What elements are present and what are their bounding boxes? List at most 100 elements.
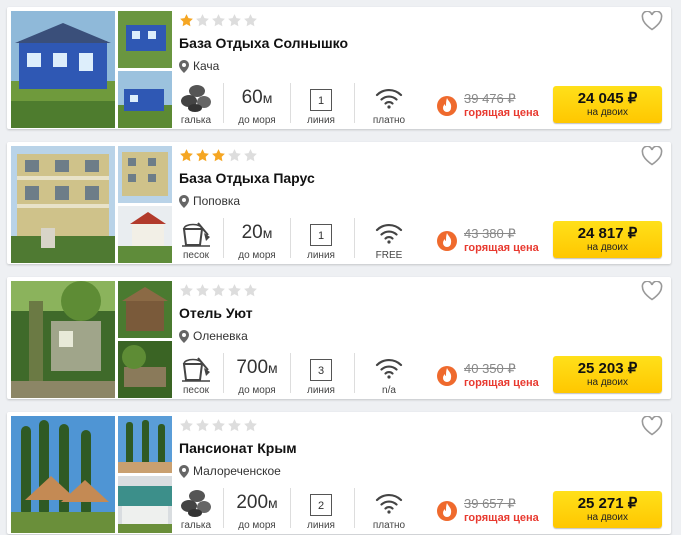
distance-to-sea: 200м до моря	[229, 488, 285, 532]
wifi-icon	[375, 358, 403, 379]
beach-type-label: песок	[182, 250, 210, 261]
old-price: 43 380 ₽	[464, 226, 516, 241]
hotel-card[interactable]: Пансионат Крым Малореченское галька 200м…	[7, 412, 671, 534]
heart-icon[interactable]	[641, 146, 663, 166]
old-price: 40 350 ₽	[464, 361, 516, 376]
price-note: на двоих	[586, 242, 629, 253]
wifi: n/a	[365, 353, 413, 397]
star-rating	[179, 148, 258, 164]
wifi-icon	[375, 493, 403, 514]
star-rating	[179, 283, 258, 299]
beach-type: галька	[175, 488, 217, 532]
hotel-name[interactable]: Отель Уют	[179, 305, 253, 321]
star-icon	[243, 13, 258, 28]
price-value: 24 045 ₽	[577, 90, 638, 107]
hotel-photo-thumb[interactable]	[118, 416, 172, 473]
line-label: линия	[307, 250, 335, 261]
pebbles-icon	[181, 85, 211, 112]
price-value: 25 203 ₽	[577, 360, 638, 377]
star-icon	[243, 283, 258, 298]
line-number: 3	[310, 359, 332, 381]
hotel-location: Малореченское	[179, 464, 281, 478]
hotel-photo-thumb[interactable]	[118, 11, 172, 68]
hot-price-label: горящая цена	[464, 242, 539, 254]
hot-price-label: горящая цена	[464, 107, 539, 119]
hotel-photo-thumb[interactable]	[118, 341, 172, 398]
heart-icon[interactable]	[641, 281, 663, 301]
price-note: на двоих	[586, 377, 629, 388]
price-button[interactable]: 24 817 ₽ на двоих	[553, 221, 662, 258]
beach-type: песок	[175, 218, 217, 262]
hotel-photo-thumb[interactable]	[118, 146, 172, 203]
distance-unit: м	[262, 225, 273, 241]
price-button[interactable]: 24 045 ₽ на двоих	[553, 86, 662, 123]
beach-line: 1 линия	[300, 218, 342, 262]
map-pin-icon	[179, 329, 189, 343]
heart-icon[interactable]	[641, 11, 663, 31]
beach-type: галька	[175, 83, 217, 127]
hotel-photo-main[interactable]	[11, 416, 115, 533]
beach-line: 1 линия	[300, 83, 342, 127]
location-label: Оленевка	[193, 329, 248, 343]
beach-type-label: галька	[180, 520, 212, 531]
old-price: 39 657 ₽	[464, 496, 516, 511]
wifi-label: FREE	[375, 250, 403, 261]
star-icon	[211, 148, 226, 163]
map-pin-icon	[179, 194, 189, 208]
star-icon	[227, 148, 242, 163]
price-value: 24 817 ₽	[577, 225, 638, 242]
distance-value: 700	[236, 357, 269, 378]
price-button[interactable]: 25 271 ₽ на двоих	[553, 491, 662, 528]
heart-icon[interactable]	[641, 416, 663, 436]
hotel-card[interactable]: База Отдыха Солнышко Кача галька 60м до …	[7, 7, 671, 129]
line-label: линия	[307, 520, 335, 531]
star-icon	[179, 13, 194, 28]
distance-unit: м	[268, 360, 278, 376]
hotel-photo-thumb[interactable]	[118, 476, 172, 533]
hotel-name[interactable]: База Отдыха Солнышко	[179, 35, 348, 51]
hotel-name[interactable]: Пансионат Крым	[179, 440, 297, 456]
price-note: на двоих	[586, 512, 629, 523]
old-price: 39 476 ₽	[464, 91, 516, 106]
distance-label: до моря	[238, 520, 276, 531]
wifi: платно	[365, 83, 413, 127]
wifi-label: платно	[372, 520, 406, 531]
hot-price-label: горящая цена	[464, 512, 539, 524]
star-icon	[195, 418, 210, 433]
star-icon	[227, 418, 242, 433]
hotel-photo-main[interactable]	[11, 146, 115, 263]
distance-unit: м	[262, 90, 273, 106]
star-icon	[179, 148, 194, 163]
star-icon	[195, 283, 210, 298]
beach-type-label: песок	[182, 385, 210, 396]
line-number: 2	[310, 494, 332, 516]
price-value: 25 271 ₽	[577, 495, 638, 512]
location-label: Поповка	[193, 194, 241, 208]
star-icon	[227, 13, 242, 28]
price-note: на двоих	[586, 107, 629, 118]
hotel-photo-main[interactable]	[11, 11, 115, 128]
hotel-card[interactable]: База Отдыха Парус Поповка песок 20м до м…	[7, 142, 671, 264]
hotel-photo-thumb[interactable]	[118, 71, 172, 128]
wifi-icon	[375, 88, 403, 109]
fire-icon	[437, 363, 457, 387]
price-button[interactable]: 25 203 ₽ на двоих	[553, 356, 662, 393]
beach-line: 3 линия	[300, 353, 342, 397]
beach-type: песок	[175, 353, 217, 397]
hotel-photo-thumb[interactable]	[118, 281, 172, 338]
fire-icon	[437, 93, 457, 117]
star-icon	[243, 418, 258, 433]
distance-value: 60	[241, 87, 263, 108]
star-icon	[179, 283, 194, 298]
wifi: платно	[365, 488, 413, 532]
distance-to-sea: 20м до моря	[229, 218, 285, 262]
hotel-location: Кача	[179, 59, 219, 73]
hotel-photo-thumb[interactable]	[118, 206, 172, 263]
star-icon	[227, 283, 242, 298]
hotel-card[interactable]: Отель Уют Оленевка песок 700м до моря 3 …	[7, 277, 671, 399]
distance-value: 20	[241, 222, 263, 243]
hotel-photo-main[interactable]	[11, 281, 115, 398]
hotel-name[interactable]: База Отдыха Парус	[179, 170, 315, 186]
star-icon	[195, 148, 210, 163]
fire-icon	[437, 498, 457, 522]
